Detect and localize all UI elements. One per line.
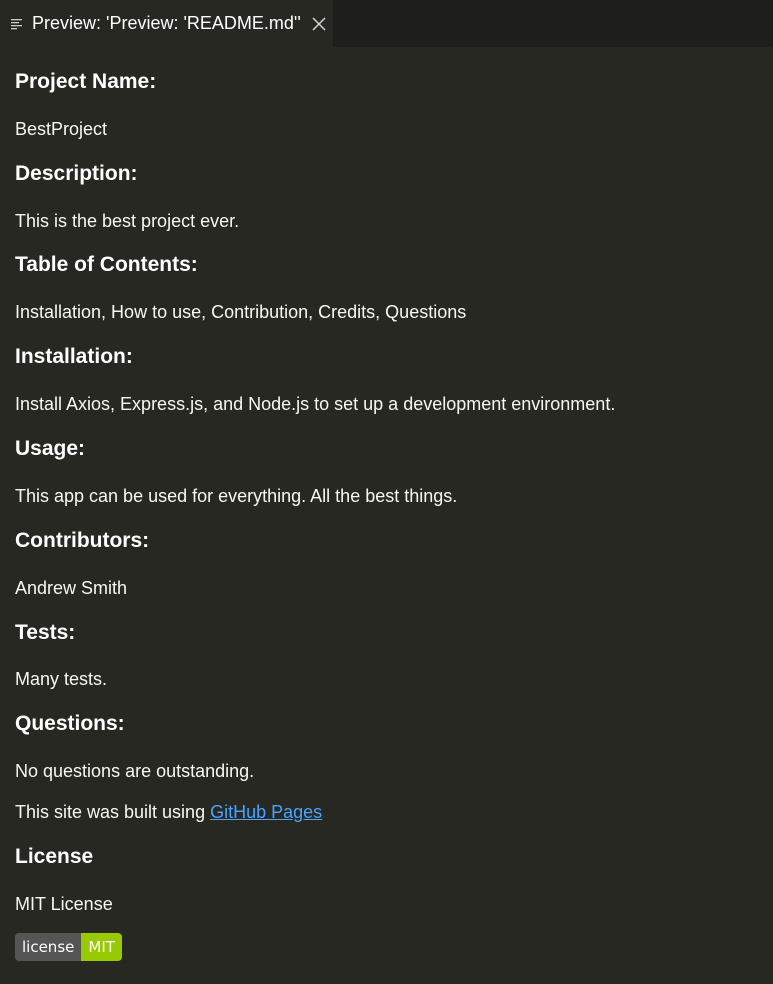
description-text: This is the best project ever. [15, 211, 240, 231]
license-badge: license MIT [15, 933, 122, 961]
heading-contributors: Contributors: [15, 529, 150, 552]
editor-tab-bar: Preview: 'Preview: 'README.md'' [0, 0, 773, 47]
heading-usage: Usage: [15, 437, 86, 460]
project-name-text: BestProject [15, 119, 108, 139]
heading-description: Description: [15, 162, 138, 185]
built-using-text: This site was built using GitHub Pages [15, 802, 322, 823]
installation-text: Install Axios, Express.js, and Node.js t… [15, 394, 616, 414]
heading-installation: Installation: [15, 345, 133, 368]
contributors-text: Andrew Smith [15, 578, 128, 598]
built-using-prefix: This site was built using [15, 802, 211, 822]
badge-value: MIT [81, 933, 122, 961]
heading-tests: Tests: [15, 621, 76, 644]
badge-label: license [15, 933, 82, 961]
github-pages-link[interactable]: GitHub Pages [210, 802, 322, 822]
tab-readme-preview[interactable]: Preview: 'Preview: 'README.md'' [0, 0, 333, 47]
tests-text: Many tests. [15, 669, 108, 689]
heading-project-name: Project Name: [15, 70, 157, 93]
usage-text: This app can be used for everything. All… [15, 486, 458, 506]
table-of-contents-text: Installation, How to use, Contribution, … [15, 302, 467, 322]
tab-title: Preview: 'Preview: 'README.md'' [32, 13, 301, 33]
heading-table-of-contents: Table of Contents: [15, 253, 198, 276]
close-icon[interactable] [311, 16, 327, 32]
license-text: MIT License [15, 894, 113, 914]
preview-icon [10, 17, 24, 31]
heading-license: License [15, 845, 94, 868]
heading-questions: Questions: [15, 712, 125, 735]
questions-text: No questions are outstanding. [15, 761, 255, 781]
